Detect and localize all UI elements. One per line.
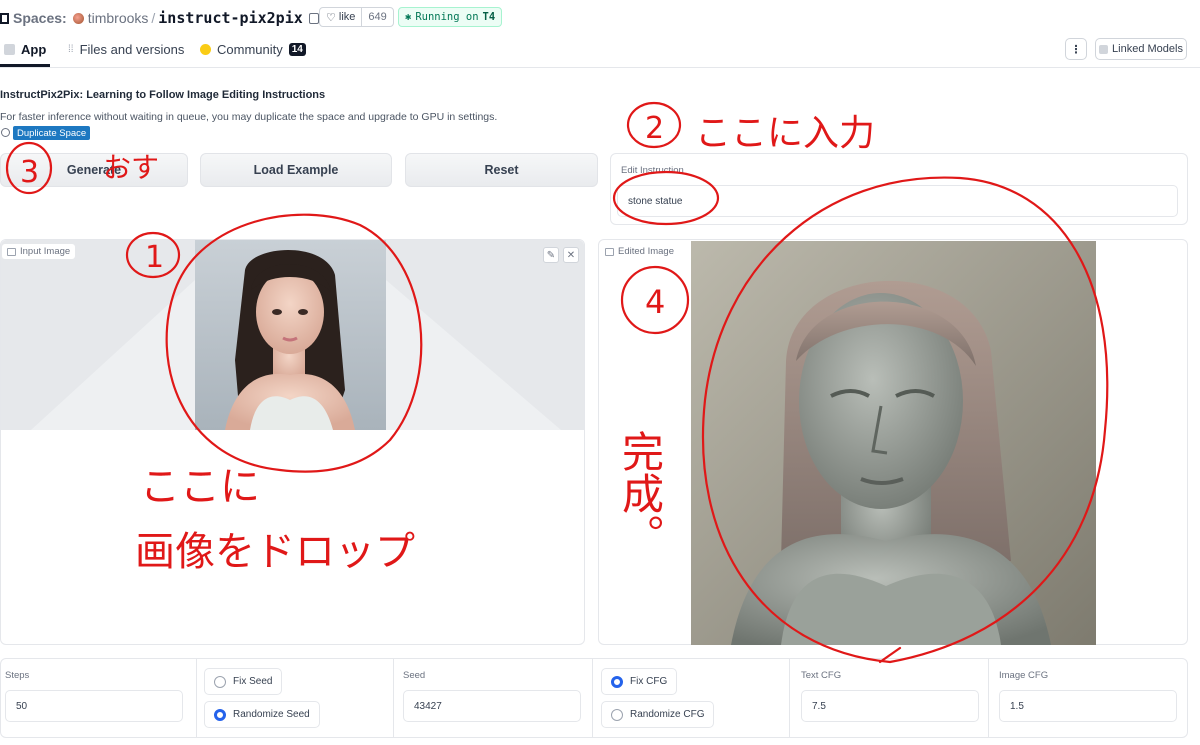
text-cfg-label: Text CFG xyxy=(801,670,842,681)
tab-files-and-versions[interactable]: ⁞⁞ Files and versions xyxy=(68,40,184,58)
divider xyxy=(592,659,593,737)
like-button[interactable]: ♡ like 649 xyxy=(319,7,394,27)
fix-seed-label: Fix Seed xyxy=(233,676,273,687)
generate-button[interactable]: Generate xyxy=(0,153,188,187)
tab-app[interactable]: App xyxy=(4,40,46,58)
radio-indicator-selected xyxy=(214,708,226,721)
linked-models-button[interactable]: Linked Models xyxy=(1095,38,1187,60)
heart-icon: ♡ xyxy=(326,11,336,24)
like-label: ♡ like xyxy=(320,8,361,26)
copy-icon[interactable] xyxy=(308,12,319,24)
text-cfg-input[interactable]: 7.5 xyxy=(801,690,979,722)
steps-label: Steps xyxy=(5,670,30,681)
edit-instruction-input[interactable]: stone statue xyxy=(617,185,1178,217)
input-image-dropzone[interactable] xyxy=(1,240,584,430)
app-title: InstructPix2Pix: Learning to Follow Imag… xyxy=(0,89,326,101)
radio-indicator xyxy=(611,708,623,721)
edit-instruction-label: Edit Instruction xyxy=(621,165,684,176)
space-header: Spaces: timbrooks / instruct-pix2pix ♡ li… xyxy=(0,0,1200,68)
more-icon: ⋮ xyxy=(1070,43,1082,56)
reset-button[interactable]: Reset xyxy=(405,153,598,187)
duplicate-space-button[interactable]: Duplicate Space xyxy=(13,126,91,140)
like-count: 649 xyxy=(361,8,392,26)
fix-cfg-label: Fix CFG xyxy=(630,676,668,687)
randomize-cfg-label: Randomize CFG xyxy=(630,709,705,720)
app-icon xyxy=(4,43,15,55)
running-badge: ✱ Running on T4 xyxy=(398,7,503,27)
input-image-panel[interactable]: ✎ ✕ xyxy=(0,239,585,645)
edited-image-label: Edited Image xyxy=(600,244,679,259)
spaces-logo-icon xyxy=(0,12,9,24)
steps-input[interactable]: 50 xyxy=(5,690,183,722)
close-icon: ✕ xyxy=(566,249,576,261)
divider xyxy=(196,659,197,737)
community-count-badge: 14 xyxy=(288,42,306,56)
tab-community-label: Community xyxy=(217,41,283,57)
edited-statue-image xyxy=(691,241,1096,645)
randomize-cfg-radio[interactable]: Randomize CFG xyxy=(601,701,715,728)
load-example-button[interactable]: Load Example xyxy=(200,153,392,187)
clear-image-button[interactable]: ✕ xyxy=(563,247,579,263)
seed-label: Seed xyxy=(403,670,426,681)
tab-files-label: Files and versions xyxy=(79,41,185,57)
owner-avatar xyxy=(72,12,84,24)
fix-cfg-radio[interactable]: Fix CFG xyxy=(601,668,678,695)
running-hardware: T4 xyxy=(482,11,496,23)
like-text: like xyxy=(338,11,356,23)
randomize-seed-radio[interactable]: Randomize Seed xyxy=(204,701,320,728)
edited-image-panel xyxy=(598,239,1188,645)
more-options-button[interactable]: ⋮ xyxy=(1065,38,1087,60)
spaces-label[interactable]: Spaces: xyxy=(13,10,67,26)
input-portrait-image xyxy=(195,240,386,430)
community-icon xyxy=(200,43,211,55)
divider xyxy=(789,659,790,737)
divider xyxy=(988,659,989,737)
image-icon xyxy=(605,247,614,256)
seed-input[interactable]: 43427 xyxy=(403,690,581,722)
divider xyxy=(393,659,394,737)
breadcrumb-separator: / xyxy=(151,10,156,26)
tab-app-label: App xyxy=(21,41,47,57)
files-icon: ⁞⁞ xyxy=(68,43,74,55)
owner-link[interactable]: timbrooks xyxy=(88,10,149,26)
repo-name[interactable]: instruct-pix2pix xyxy=(158,9,303,27)
running-prefix: Running on xyxy=(415,11,479,23)
edit-image-button[interactable]: ✎ xyxy=(543,247,559,263)
edited-image-label-text: Edited Image xyxy=(618,246,674,257)
input-image-label-text: Input Image xyxy=(20,246,71,257)
image-icon xyxy=(7,247,16,256)
image-cfg-label: Image CFG xyxy=(999,670,1049,681)
model-icon xyxy=(1099,44,1109,54)
input-image-label: Input Image xyxy=(2,244,76,259)
app-description: For faster inference without waiting in … xyxy=(0,111,498,123)
randomize-seed-label: Randomize Seed xyxy=(233,709,310,720)
linked-models-label: Linked Models xyxy=(1112,43,1183,55)
annotation-circle-2 xyxy=(626,101,682,149)
tab-community[interactable]: Community 14 xyxy=(200,40,306,58)
duplicate-icon xyxy=(1,128,10,137)
breadcrumb: Spaces: timbrooks / instruct-pix2pix xyxy=(0,8,319,28)
hardware-icon: ✱ xyxy=(405,11,412,23)
pencil-icon: ✎ xyxy=(546,249,556,261)
radio-indicator-selected xyxy=(611,675,623,688)
annotation-number-2: 2 xyxy=(645,111,664,146)
radio-indicator xyxy=(214,675,226,688)
annotation-type-here-text: ここに入力 xyxy=(695,113,875,154)
image-cfg-input[interactable]: 1.5 xyxy=(999,690,1177,722)
active-tab-underline xyxy=(0,64,50,67)
fix-seed-radio[interactable]: Fix Seed xyxy=(204,668,283,695)
